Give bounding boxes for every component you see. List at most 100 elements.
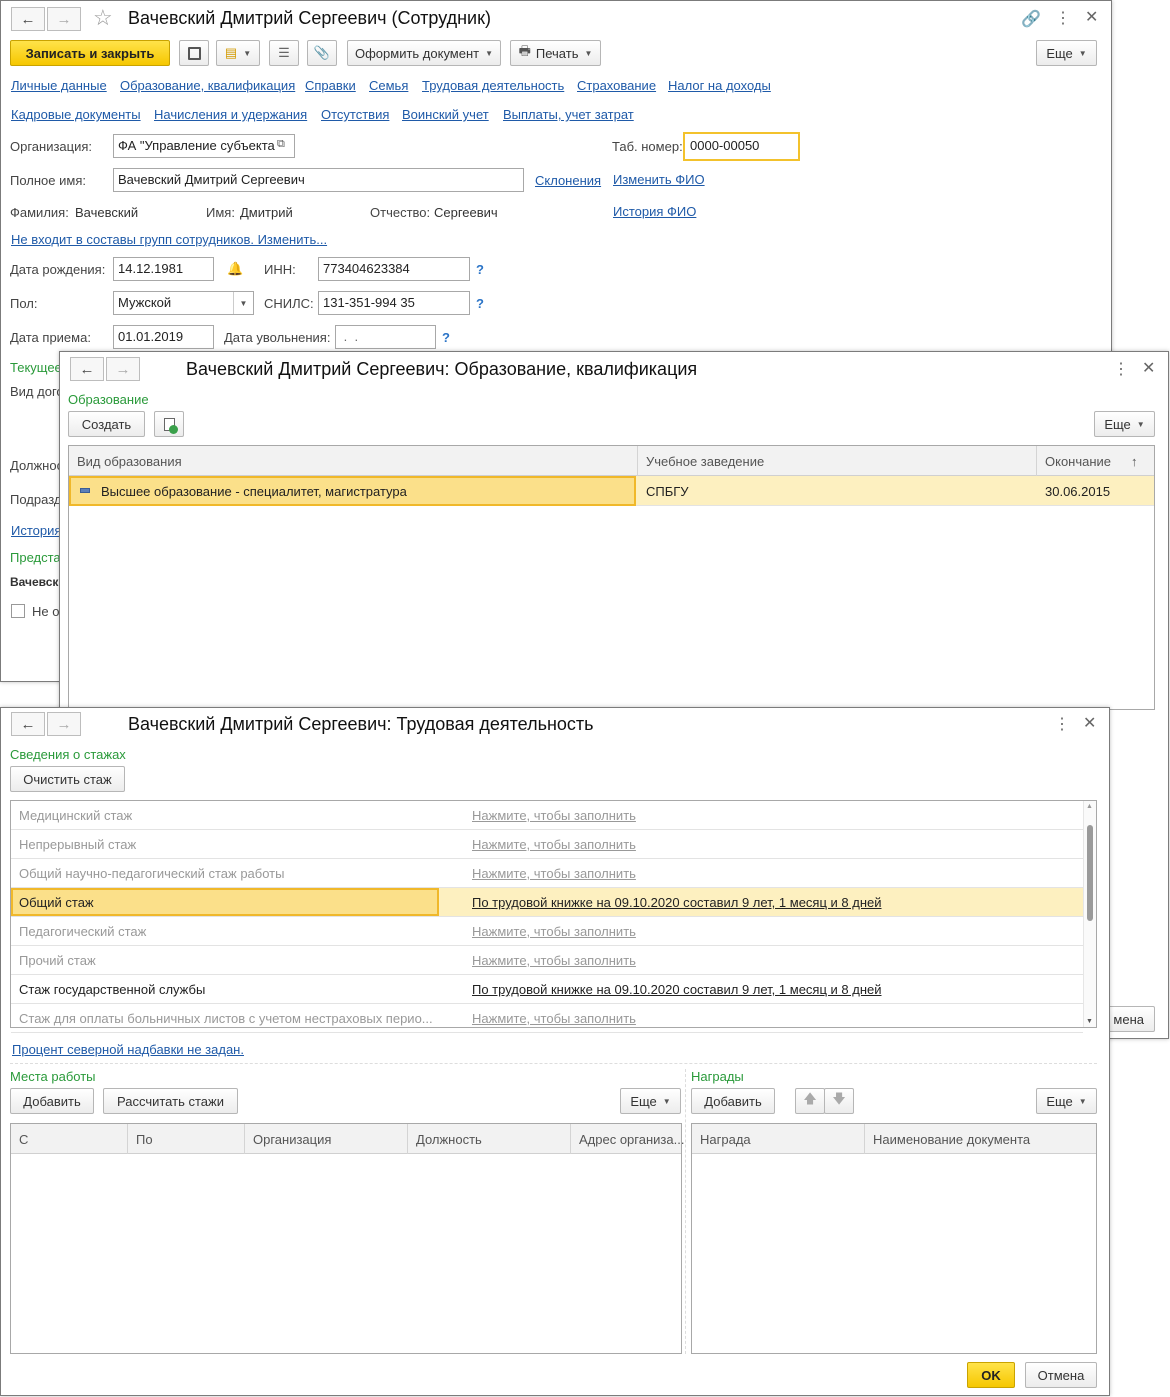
- link-family[interactable]: Семья: [369, 78, 408, 93]
- col-position[interactable]: Должность: [416, 1132, 482, 1147]
- history-fio-link[interactable]: История ФИО: [613, 204, 696, 219]
- stazh-row[interactable]: Педагогический стаж Нажмите, чтобы заполн…: [11, 917, 1083, 946]
- link-military[interactable]: Воинский учет: [402, 107, 489, 122]
- forward-button[interactable]: →: [47, 712, 81, 736]
- link-icon[interactable]: 🔗: [1021, 9, 1041, 29]
- north-allowance-link[interactable]: Процент северной надбавки не задан.: [12, 1042, 244, 1057]
- forward-button[interactable]: →: [106, 357, 140, 381]
- col-education-kind[interactable]: Вид образования: [77, 454, 182, 469]
- workplaces-add-button[interactable]: Добавить: [10, 1088, 94, 1114]
- stazh-value-link[interactable]: Нажмите, чтобы заполнить: [472, 837, 636, 852]
- dismiss-field[interactable]: . .: [335, 325, 436, 349]
- col-institution[interactable]: Учебное заведение: [646, 454, 764, 469]
- history-link[interactable]: История: [11, 523, 61, 538]
- stazh-value-link[interactable]: По трудовой книжке на 09.10.2020 состави…: [472, 895, 882, 910]
- scroll-thumb[interactable]: [1087, 825, 1093, 921]
- birth-field[interactable]: 14.12.1981: [113, 257, 214, 281]
- link-absences[interactable]: Отсутствия: [321, 107, 389, 122]
- more-button[interactable]: Еще ▼: [1036, 40, 1097, 66]
- stazh-value-link[interactable]: Нажмите, чтобы заполнить: [472, 953, 636, 968]
- declension-link[interactable]: Склонения: [535, 173, 601, 188]
- move-down-button[interactable]: 🡇: [824, 1088, 854, 1114]
- col-to[interactable]: По: [136, 1132, 153, 1147]
- attach-button[interactable]: 📎: [307, 40, 337, 66]
- col-organization[interactable]: Организация: [253, 1132, 331, 1147]
- ok-button[interactable]: OK: [967, 1362, 1015, 1388]
- stazh-row[interactable]: Стаж государственной службы По трудовой к…: [11, 975, 1083, 1004]
- groups-link[interactable]: Не входит в составы групп сотрудников. И…: [11, 232, 327, 247]
- close-icon[interactable]: ✕: [1085, 7, 1098, 27]
- move-up-button[interactable]: 🡅: [795, 1088, 825, 1114]
- report-button[interactable]: ☰: [269, 40, 299, 66]
- clear-stazh-button[interactable]: Очистить стаж: [10, 766, 125, 792]
- open-icon[interactable]: ⧉: [277, 138, 285, 151]
- more-dots-icon[interactable]: ⋮: [1054, 714, 1070, 734]
- col-document-name[interactable]: Наименование документа: [873, 1132, 1030, 1147]
- link-insurance[interactable]: Страхование: [577, 78, 656, 93]
- col-org-address[interactable]: Адрес организа...: [579, 1132, 684, 1147]
- sort-arrow-icon[interactable]: ↑: [1131, 454, 1138, 469]
- inn-field[interactable]: 773404623384: [318, 257, 470, 281]
- inn-help-icon[interactable]: ?: [476, 262, 484, 277]
- tab-number-field[interactable]: 0000-00050: [683, 132, 800, 161]
- workplaces-more-button[interactable]: Еще ▼: [620, 1088, 681, 1114]
- hire-field[interactable]: 01.01.2019: [113, 325, 214, 349]
- link-education[interactable]: Образование, квалификация: [120, 78, 295, 93]
- save-close-button[interactable]: Записать и закрыть: [10, 40, 170, 66]
- link-certificates[interactable]: Справки: [305, 78, 356, 93]
- scrollbar[interactable]: ▲ ▼: [1083, 801, 1096, 1027]
- col-award[interactable]: Награда: [700, 1132, 751, 1147]
- stazh-value-link[interactable]: Нажмите, чтобы заполнить: [472, 866, 636, 881]
- favorite-star-icon[interactable]: ☆: [93, 5, 113, 31]
- stazh-row[interactable]: Медицинский стаж Нажмите, чтобы заполнить: [11, 801, 1083, 830]
- close-icon[interactable]: ✕: [1083, 713, 1096, 733]
- stazh-value-link[interactable]: Нажмите, чтобы заполнить: [472, 1011, 636, 1026]
- more-button[interactable]: Еще ▼: [1094, 411, 1155, 437]
- awards-add-button[interactable]: Добавить: [691, 1088, 775, 1114]
- stazh-row[interactable]: Непрерывный стаж Нажмите, чтобы заполнить: [11, 830, 1083, 859]
- scroll-down-icon[interactable]: ▼: [1086, 1018, 1093, 1025]
- org-field[interactable]: ФА "Управление субъекта: [113, 134, 295, 158]
- back-button[interactable]: ←: [11, 712, 45, 736]
- print-button[interactable]: 🖶 Печать ▼: [510, 40, 601, 66]
- link-hr-documents[interactable]: Кадровые документы: [11, 107, 141, 122]
- more-dots-icon[interactable]: ⋮: [1055, 8, 1071, 28]
- chevron-down-icon[interactable]: ▼: [233, 292, 253, 314]
- save-button[interactable]: [179, 40, 209, 66]
- stazh-row[interactable]: Общий стаж По трудовой книжке на 09.10.20…: [11, 888, 1083, 917]
- create-based-button[interactable]: ▤ ▼: [216, 40, 260, 66]
- stazh-value-link[interactable]: Нажмите, чтобы заполнить: [472, 924, 636, 939]
- change-fio-link[interactable]: Изменить ФИО: [613, 172, 705, 187]
- stazh-value-link[interactable]: По трудовой книжке на 09.10.2020 состави…: [472, 982, 882, 997]
- stazh-row[interactable]: Стаж для оплаты больничных листов с учет…: [11, 1004, 1083, 1033]
- fullname-field[interactable]: Вачевский Дмитрий Сергеевич: [113, 168, 524, 192]
- col-end-date[interactable]: Окончание: [1045, 454, 1111, 469]
- link-income-tax[interactable]: Налог на доходы: [668, 78, 771, 93]
- dismiss-help-icon[interactable]: ?: [442, 330, 450, 345]
- stazh-row[interactable]: Прочий стаж Нажмите, чтобы заполнить: [11, 946, 1083, 975]
- calc-stazh-button[interactable]: Рассчитать стажи: [103, 1088, 238, 1114]
- not-checkbox[interactable]: [11, 604, 25, 618]
- close-icon[interactable]: ✕: [1142, 358, 1155, 378]
- col-from[interactable]: С: [19, 1132, 28, 1147]
- snils-field[interactable]: 131-351-994 35: [318, 291, 470, 315]
- link-accruals[interactable]: Начисления и удержания: [154, 107, 307, 122]
- add-copy-button[interactable]: [154, 411, 184, 437]
- back-button[interactable]: ←: [70, 357, 104, 381]
- back-button[interactable]: ←: [11, 7, 45, 31]
- awards-table: Награда Наименование документа: [691, 1123, 1097, 1354]
- cancel-button[interactable]: Отмена: [1025, 1362, 1097, 1388]
- issue-document-button[interactable]: Оформить документ ▼: [347, 40, 501, 66]
- stazh-row[interactable]: Общий научно-педагогический стаж работы Н…: [11, 859, 1083, 888]
- link-personal[interactable]: Личные данные: [11, 78, 107, 93]
- more-dots-icon[interactable]: ⋮: [1113, 359, 1129, 379]
- stazh-value-link[interactable]: Нажмите, чтобы заполнить: [472, 808, 636, 823]
- table-row[interactable]: Высшее образование - специалитет, магист…: [69, 476, 1154, 506]
- scroll-up-icon[interactable]: ▲: [1086, 803, 1093, 810]
- link-payments[interactable]: Выплаты, учет затрат: [503, 107, 634, 122]
- forward-button[interactable]: →: [47, 7, 81, 31]
- create-button[interactable]: Создать: [68, 411, 145, 437]
- snils-help-icon[interactable]: ?: [476, 296, 484, 311]
- awards-more-button[interactable]: Еще ▼: [1036, 1088, 1097, 1114]
- link-labor[interactable]: Трудовая деятельность: [422, 78, 564, 93]
